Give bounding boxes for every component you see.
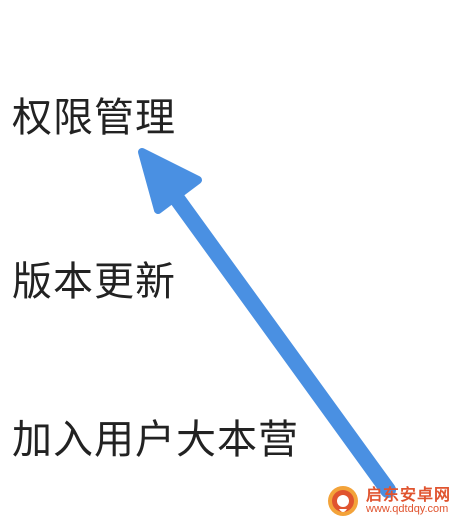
- watermark-url: www.qdtdqy.com: [366, 502, 449, 515]
- menu-item-permissions[interactable]: 权限管理: [12, 94, 176, 142]
- watermark-title: 启东安卓网: [366, 484, 452, 504]
- watermark: 启东安卓网 www.qdtdqy.com: [326, 480, 456, 522]
- menu-item-join-user-camp[interactable]: 加入用户大本营: [12, 416, 299, 464]
- site-logo-icon: [328, 486, 358, 516]
- arrow-head: [138, 148, 202, 214]
- menu-item-version-update[interactable]: 版本更新: [12, 258, 176, 306]
